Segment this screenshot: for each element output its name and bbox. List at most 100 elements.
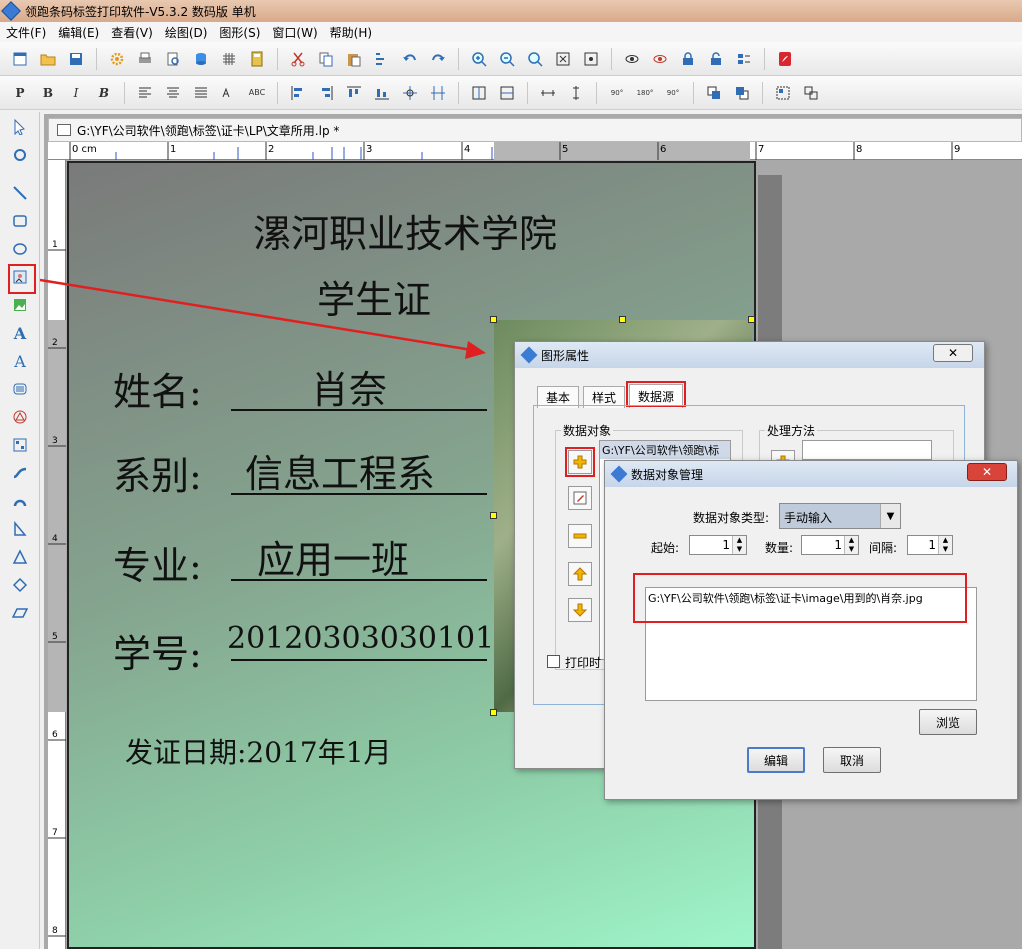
rotate-tool-icon[interactable] — [9, 144, 31, 166]
dept-value[interactable]: 信息工程系 — [245, 443, 435, 498]
bring-front-icon[interactable] — [703, 82, 725, 104]
id-value[interactable]: 201203030301016 — [227, 621, 513, 656]
barcode-tool-icon[interactable] — [9, 378, 31, 400]
diamond-tool-icon[interactable] — [9, 574, 31, 596]
chevron-down-icon[interactable]: ▼ — [880, 504, 900, 528]
move-down-icon[interactable] — [568, 598, 592, 622]
stepper-arrows-icon[interactable]: ▲ ▼ — [732, 536, 746, 554]
menu-draw[interactable]: 绘图(D) — [159, 24, 214, 41]
menu-edit[interactable]: 编辑(E) — [52, 24, 105, 41]
id-label[interactable]: 学号: — [113, 623, 202, 678]
copy-icon[interactable] — [315, 48, 337, 70]
paste-icon[interactable] — [343, 48, 365, 70]
font-p-button[interactable]: P — [9, 82, 31, 104]
print-checkbox[interactable] — [547, 655, 560, 668]
dom-close-button[interactable]: ✕ — [967, 463, 1007, 481]
edit-icon[interactable] — [568, 486, 592, 510]
hide-icon[interactable] — [649, 48, 671, 70]
align-objects-right-icon[interactable] — [315, 82, 337, 104]
dept-label[interactable]: 系别: — [113, 445, 202, 500]
zoom-icon[interactable] — [524, 48, 546, 70]
triangle-tool-icon[interactable] — [9, 546, 31, 568]
school-name[interactable]: 漯河职业技术学院 — [253, 203, 557, 258]
distribute-h-icon[interactable] — [399, 82, 421, 104]
undo-icon[interactable] — [399, 48, 421, 70]
data-object-item[interactable]: G:\YF\公司软件\领跑\标 — [600, 441, 730, 459]
fit-page-icon[interactable] — [552, 48, 574, 70]
parallelogram-tool-icon[interactable] — [9, 602, 31, 624]
align-objects-bottom-icon[interactable] — [371, 82, 393, 104]
layers-icon[interactable] — [733, 48, 755, 70]
cancel-button[interactable]: 取消 — [823, 747, 881, 773]
rotate-270-button[interactable]: 90° — [662, 82, 684, 104]
stepper-arrows-icon[interactable]: ▲ ▼ — [938, 536, 952, 554]
menu-file[interactable]: 文件(F) — [0, 24, 52, 41]
zoom-out-icon[interactable] — [496, 48, 518, 70]
lock-icon[interactable] — [677, 48, 699, 70]
align-objects-left-icon[interactable] — [287, 82, 309, 104]
send-back-icon[interactable] — [731, 82, 753, 104]
save-icon[interactable] — [65, 48, 87, 70]
grid-icon[interactable] — [218, 48, 240, 70]
show-icon[interactable] — [621, 48, 643, 70]
rotate-180-button[interactable]: 180° — [634, 82, 656, 104]
stepper-arrows-icon[interactable]: ▲ ▼ — [844, 536, 858, 554]
print-icon[interactable] — [134, 48, 156, 70]
same-width-icon[interactable] — [537, 82, 559, 104]
align-center-icon[interactable] — [162, 82, 184, 104]
align-icon[interactable] — [371, 48, 393, 70]
fit-width-icon[interactable] — [580, 48, 602, 70]
center-h-icon[interactable] — [468, 82, 490, 104]
bold-button[interactable]: B — [37, 82, 59, 104]
browse-button[interactable]: 浏览 — [919, 709, 977, 735]
art-text-tool-icon[interactable]: A — [9, 350, 31, 372]
new-icon[interactable] — [9, 48, 31, 70]
redo-icon[interactable] — [427, 48, 449, 70]
group-icon[interactable] — [772, 82, 794, 104]
resize-handle[interactable] — [490, 709, 497, 716]
type-select[interactable]: 手动输入 ▼ — [779, 503, 901, 529]
calculator-icon[interactable] — [246, 48, 268, 70]
abc-button[interactable]: ABC — [246, 82, 268, 104]
select-tool-icon[interactable] — [9, 116, 31, 138]
center-v-icon[interactable] — [496, 82, 518, 104]
close-button[interactable]: ✕ — [933, 344, 973, 362]
print-preview-icon[interactable] — [162, 48, 184, 70]
rotate-90-button[interactable]: 90° — [606, 82, 628, 104]
major-value[interactable]: 应用一班 — [257, 529, 409, 584]
resize-handle[interactable] — [748, 316, 755, 323]
count-stepper[interactable]: 1 ▲ ▼ — [801, 535, 859, 555]
menu-help[interactable]: 帮助(H) — [324, 24, 378, 41]
align-left-icon[interactable] — [134, 82, 156, 104]
line-tool-icon[interactable] — [9, 182, 31, 204]
warning-tool-icon[interactable] — [9, 406, 31, 428]
text-tool-icon[interactable]: A — [9, 322, 31, 344]
edit-button[interactable]: 编辑 — [747, 747, 805, 773]
menu-view[interactable]: 查看(V) — [105, 24, 159, 41]
picture-tool-icon[interactable] — [9, 294, 31, 316]
remove-icon[interactable] — [568, 524, 592, 548]
major-label[interactable]: 专业: — [113, 535, 202, 590]
database-icon[interactable] — [190, 48, 212, 70]
polyline-tool-icon[interactable] — [9, 518, 31, 540]
bold-italic-button[interactable]: B — [93, 82, 115, 104]
menu-window[interactable]: 窗口(W) — [266, 24, 323, 41]
open-icon[interactable] — [37, 48, 59, 70]
rectangle-tool-icon[interactable] — [9, 210, 31, 232]
unlock-icon[interactable] — [705, 48, 727, 70]
resize-handle[interactable] — [619, 316, 626, 323]
settings-icon[interactable] — [106, 48, 128, 70]
align-justify-icon[interactable] — [190, 82, 212, 104]
cut-icon[interactable] — [287, 48, 309, 70]
issue-date[interactable]: 发证日期:2017年1月 — [125, 731, 392, 771]
italic-button[interactable]: I — [65, 82, 87, 104]
text-format-icon[interactable] — [218, 82, 240, 104]
distribute-v-icon[interactable] — [427, 82, 449, 104]
qrcode-tool-icon[interactable] — [9, 434, 31, 456]
resize-handle[interactable] — [490, 512, 497, 519]
curve-tool-icon[interactable] — [9, 462, 31, 484]
ungroup-icon[interactable] — [800, 82, 822, 104]
same-height-icon[interactable] — [565, 82, 587, 104]
interval-stepper[interactable]: 1 ▲ ▼ — [907, 535, 953, 555]
arc-tool-icon[interactable] — [9, 490, 31, 512]
